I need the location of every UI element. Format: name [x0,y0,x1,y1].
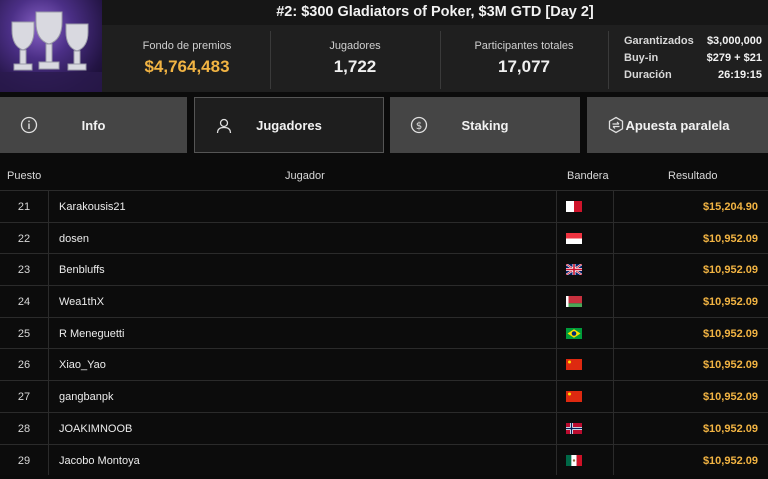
table-row[interactable]: 26 Xiao_Yao $10,952.09 [0,348,768,381]
duration-value: 26:19:15 [717,69,762,81]
entrants-value: 17,077 [498,57,550,76]
tab-info[interactable]: Info [0,97,187,153]
table-row[interactable]: 29 Jacobo Montoya $10,952.09 [0,443,768,476]
row-position: 24 [17,296,31,309]
row-result: $10,952.09 [702,264,758,277]
row-flag-cell [556,412,614,444]
column-divider [48,191,49,222]
row-position: 28 [17,422,31,435]
table-row[interactable]: 25 R Meneguetti $10,952.09 [0,316,768,349]
table-row[interactable]: 27 gangbanpk $10,952.09 [0,380,768,412]
row-result: $10,952.09 [702,454,758,467]
dollar-icon: $ [410,116,428,134]
tournament-header: #2: $300 Gladiators of Poker, $3M GTD [D… [0,0,768,92]
row-position: 22 [17,232,31,245]
column-divider [48,222,49,254]
flag-china-icon [566,391,582,403]
row-flag-cell [556,444,614,476]
row-result: $10,952.09 [702,327,758,340]
flag-united-kingdom-icon [565,263,583,277]
column-divider [48,317,49,349]
row-player-name[interactable]: R Meneguetti [59,328,124,340]
table-row[interactable]: 23 Benbluffs $10,952.09 [0,253,768,286]
table-row[interactable]: 21 Karakousis21 $15,204.90 [0,190,768,222]
row-flag-cell [556,381,614,412]
column-divider [48,444,49,476]
row-position: 27 [17,391,31,404]
row-player-name[interactable]: Jacobo Montoya [59,455,140,467]
tab-side-bet[interactable]: Apuesta paralela [587,97,768,153]
flag-singapore-icon [566,232,582,244]
row-player-name[interactable]: JOAKIMNOOB [59,423,132,435]
row-player-name[interactable]: Karakousis21 [59,201,126,213]
row-player-name[interactable]: Xiao_Yao [59,359,106,371]
header-result[interactable]: Resultado [668,170,718,182]
row-position: 23 [17,264,31,277]
guaranteed-value: $3,000,000 [706,35,762,47]
flag-brazil-icon [566,327,582,339]
table-row[interactable]: 28 JOAKIMNOOB $10,952.09 [0,411,768,444]
table-row[interactable]: 24 Wea1thX $10,952.09 [0,285,768,317]
row-result: $10,952.09 [702,296,758,309]
players-stat: Jugadores 1,722 [280,31,430,89]
prize-pool-label: Fondo de premios [142,40,232,52]
info-icon [20,116,38,134]
header-position[interactable]: Puesto [7,170,41,182]
results-table: 21 Karakousis21 $15,204.90 22 dosen $10,952.0… [0,190,768,476]
entrants-stat: Participantes totales 17,077 [448,31,600,89]
row-position: 21 [17,201,31,213]
table-header: Puesto Jugador Bandera Resultado [0,162,768,190]
flag-mexico-icon [566,454,582,466]
divider [270,31,271,89]
players-label: Jugadores [329,40,381,52]
column-divider [48,286,49,317]
row-flag-cell [556,349,614,381]
row-result: $10,952.09 [702,422,758,435]
row-position: 26 [17,359,31,372]
prize-pool-stat: Fondo de premios $4,764,483 [112,31,262,89]
row-flag-cell [556,222,614,254]
row-result: $15,204.90 [702,201,758,213]
entrants-label: Participantes totales [474,40,574,52]
divider [608,31,609,89]
row-player-name[interactable]: gangbanpk [59,391,113,403]
row-player-name[interactable]: dosen [59,233,89,245]
guaranteed-label: Garantizados [624,35,694,47]
table-row[interactable]: 22 dosen $10,952.09 [0,221,768,254]
svg-text:$: $ [416,121,422,132]
flag-china-icon [566,359,582,371]
flag-belarus-icon [566,296,582,308]
players-value: 1,722 [333,57,377,76]
column-divider [48,254,49,286]
row-player-name[interactable]: Wea1thX [59,296,104,308]
row-result: $10,952.09 [702,391,758,404]
row-result: $10,952.09 [702,232,758,245]
duration-label: Duración [624,69,672,81]
header-player[interactable]: Jugador [285,170,325,182]
prize-pool-value: $4,764,483 [144,57,230,76]
flag-norway-icon [566,422,582,434]
buyin-value: $279 + $21 [706,52,762,64]
buyin-label: Buy-in [624,52,659,64]
row-flag-cell [556,317,614,349]
column-divider [48,412,49,444]
row-flag-cell [556,286,614,317]
divider [440,31,441,89]
column-divider [48,381,49,412]
row-flag-cell [556,254,614,286]
person-icon [215,117,233,135]
row-position: 29 [17,454,31,467]
tab-players[interactable]: Jugadores [194,97,384,153]
tournament-title: #2: $300 Gladiators of Poker, $3M GTD [D… [102,0,768,25]
swap-icon [607,116,625,134]
row-flag-cell [556,191,614,222]
flag-malta-icon [566,201,582,212]
row-result: $10,952.09 [702,359,758,372]
row-position: 25 [17,327,31,340]
header-flag[interactable]: Bandera [567,170,609,182]
row-player-name[interactable]: Benbluffs [59,264,105,276]
column-divider [48,349,49,381]
trophy-image [0,0,102,92]
tab-staking[interactable]: $ Staking [390,97,580,153]
